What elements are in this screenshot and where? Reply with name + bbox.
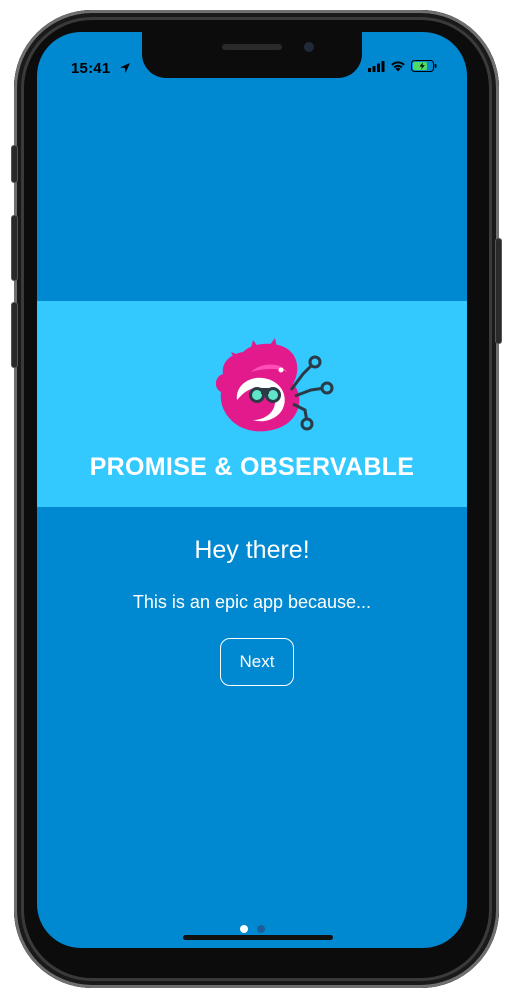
volume-down-button xyxy=(11,302,18,368)
notch xyxy=(142,32,362,78)
mute-switch xyxy=(11,145,18,183)
battery-charging-icon xyxy=(411,60,437,72)
page-dot-active[interactable] xyxy=(239,925,248,933)
hero-banner: PROMISE & OBSERVABLE xyxy=(37,301,467,507)
speaker-grille xyxy=(222,44,282,50)
status-time: 15:41 xyxy=(71,60,111,77)
page-dot[interactable] xyxy=(256,925,265,933)
location-arrow-icon xyxy=(120,63,130,73)
redux-observable-logo xyxy=(215,338,334,432)
banner-title: PROMISE & OBSERVABLE xyxy=(89,453,415,481)
volume-up-button xyxy=(11,215,18,281)
subtitle: This is an epic app because... xyxy=(132,592,372,612)
cellular-signal-icon xyxy=(368,60,385,72)
wifi-icon xyxy=(391,61,405,72)
page-indicator xyxy=(37,925,467,933)
home-indicator[interactable] xyxy=(183,935,333,940)
status-indicators xyxy=(368,60,437,72)
front-camera xyxy=(304,42,314,52)
app-screen: 15:41 PROMISE & OBSERVABLE Hey there! Th… xyxy=(37,32,467,948)
next-button[interactable]: Next xyxy=(220,638,294,686)
headline: Hey there! xyxy=(194,536,310,564)
power-button xyxy=(495,238,502,344)
